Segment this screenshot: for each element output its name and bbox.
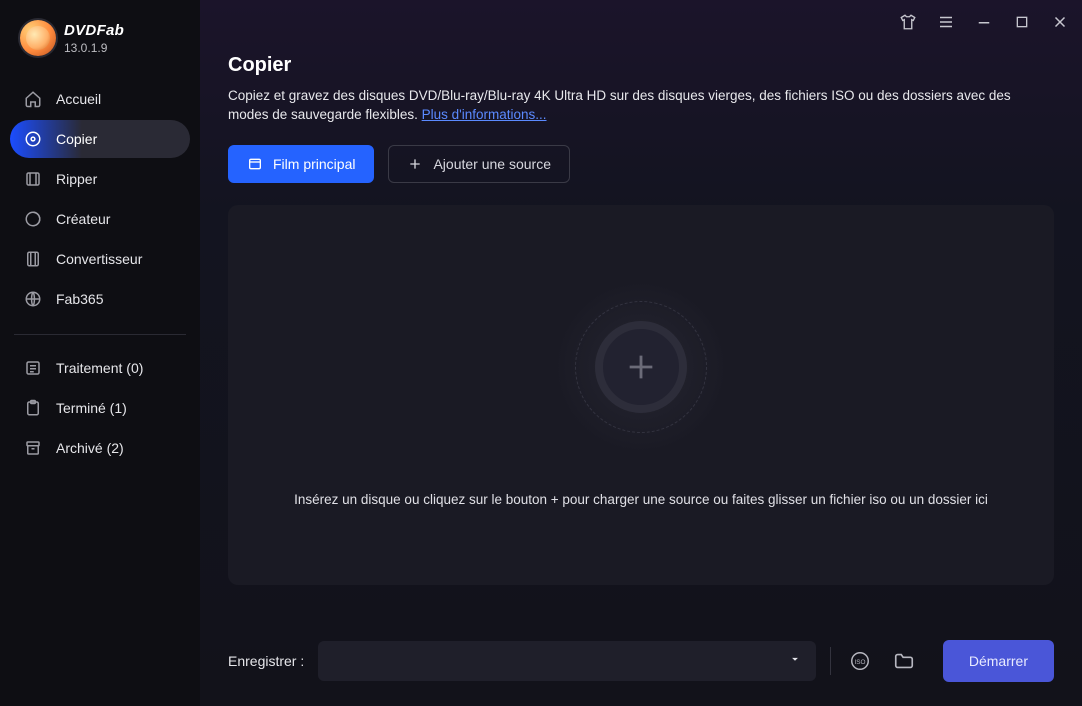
sidebar-item-label: Créateur bbox=[56, 211, 110, 227]
plus-icon bbox=[407, 156, 423, 172]
sidebar-item-label: Archivé (2) bbox=[56, 440, 124, 456]
iso-button[interactable]: ISO bbox=[845, 646, 875, 676]
brand-name: DVDFab bbox=[64, 22, 124, 39]
archive-icon bbox=[24, 439, 42, 457]
sidebar: DVDFab 13.0.1.9 Accueil Copier Ripper bbox=[0, 0, 200, 706]
globe-icon bbox=[24, 290, 42, 308]
page-title: Copier bbox=[228, 54, 1054, 77]
brand-text: DVDFab 13.0.1.9 bbox=[64, 22, 124, 55]
sidebar-item-label: Fab365 bbox=[56, 291, 103, 307]
folder-button[interactable] bbox=[889, 646, 919, 676]
sidebar-divider bbox=[14, 334, 186, 335]
mode-icon bbox=[247, 156, 263, 172]
list-icon bbox=[24, 359, 42, 377]
creator-icon bbox=[24, 210, 42, 228]
content: Copier Copiez et gravez des disques DVD/… bbox=[200, 44, 1082, 616]
footer-divider bbox=[830, 647, 831, 675]
start-button[interactable]: Démarrer bbox=[943, 640, 1054, 682]
titlebar bbox=[200, 0, 1082, 44]
footer: Enregistrer : ISO Démarrer bbox=[200, 616, 1082, 706]
sidebar-item-label: Convertisseur bbox=[56, 251, 142, 267]
sidebar-item-copy[interactable]: Copier bbox=[10, 120, 190, 158]
drop-circle-ring bbox=[556, 282, 726, 452]
brand-block: DVDFab 13.0.1.9 bbox=[10, 20, 190, 56]
close-icon[interactable] bbox=[1050, 12, 1070, 32]
home-icon bbox=[24, 90, 42, 108]
sidebar-item-creator[interactable]: Créateur bbox=[10, 200, 190, 238]
chevron-down-icon bbox=[788, 652, 802, 671]
sidebar-item-label: Ripper bbox=[56, 171, 97, 187]
brand-version: 13.0.1.9 bbox=[64, 41, 124, 55]
converter-icon bbox=[24, 250, 42, 268]
action-row: Film principal Ajouter une source bbox=[228, 145, 1054, 183]
save-label: Enregistrer : bbox=[228, 653, 304, 669]
page-description-text: Copiez et gravez des disques DVD/Blu-ray… bbox=[228, 88, 1011, 122]
dropzone-help-text: Insérez un disque ou cliquez sur le bout… bbox=[294, 492, 988, 507]
ripper-icon bbox=[24, 170, 42, 188]
sidebar-item-processing[interactable]: Traitement (0) bbox=[10, 349, 190, 387]
add-source-circle-button[interactable] bbox=[595, 321, 687, 413]
save-location-select[interactable] bbox=[318, 641, 816, 681]
sidebar-item-fab365[interactable]: Fab365 bbox=[10, 280, 190, 318]
more-info-link[interactable]: Plus d'informations... bbox=[422, 107, 547, 122]
brand-logo bbox=[20, 20, 56, 56]
minimize-icon[interactable] bbox=[974, 12, 994, 32]
disc-icon bbox=[24, 130, 42, 148]
add-source-button[interactable]: Ajouter une source bbox=[388, 145, 570, 183]
sidebar-item-done[interactable]: Terminé (1) bbox=[10, 389, 190, 427]
button-label: Film principal bbox=[273, 156, 355, 172]
nav-status: Traitement (0) Terminé (1) Archivé (2) bbox=[10, 349, 190, 467]
sidebar-item-home[interactable]: Accueil bbox=[10, 80, 190, 118]
main: Copier Copiez et gravez des disques DVD/… bbox=[200, 0, 1082, 706]
nav-primary: Accueil Copier Ripper Créateur Convertis… bbox=[10, 80, 190, 318]
sidebar-item-archived[interactable]: Archivé (2) bbox=[10, 429, 190, 467]
sidebar-item-label: Traitement (0) bbox=[56, 360, 143, 376]
shirt-icon[interactable] bbox=[898, 12, 918, 32]
sidebar-item-label: Copier bbox=[56, 131, 97, 147]
sidebar-item-converter[interactable]: Convertisseur bbox=[10, 240, 190, 278]
sidebar-item-label: Terminé (1) bbox=[56, 400, 127, 416]
svg-text:ISO: ISO bbox=[854, 659, 865, 666]
plus-icon bbox=[624, 350, 658, 384]
maximize-icon[interactable] bbox=[1012, 12, 1032, 32]
sidebar-item-label: Accueil bbox=[56, 91, 101, 107]
clipboard-icon bbox=[24, 399, 42, 417]
dropzone[interactable]: Insérez un disque ou cliquez sur le bout… bbox=[228, 205, 1054, 585]
menu-icon[interactable] bbox=[936, 12, 956, 32]
sidebar-item-ripper[interactable]: Ripper bbox=[10, 160, 190, 198]
page-description: Copiez et gravez des disques DVD/Blu-ray… bbox=[228, 87, 1054, 125]
main-movie-button[interactable]: Film principal bbox=[228, 145, 374, 183]
button-label: Ajouter une source bbox=[433, 156, 551, 172]
